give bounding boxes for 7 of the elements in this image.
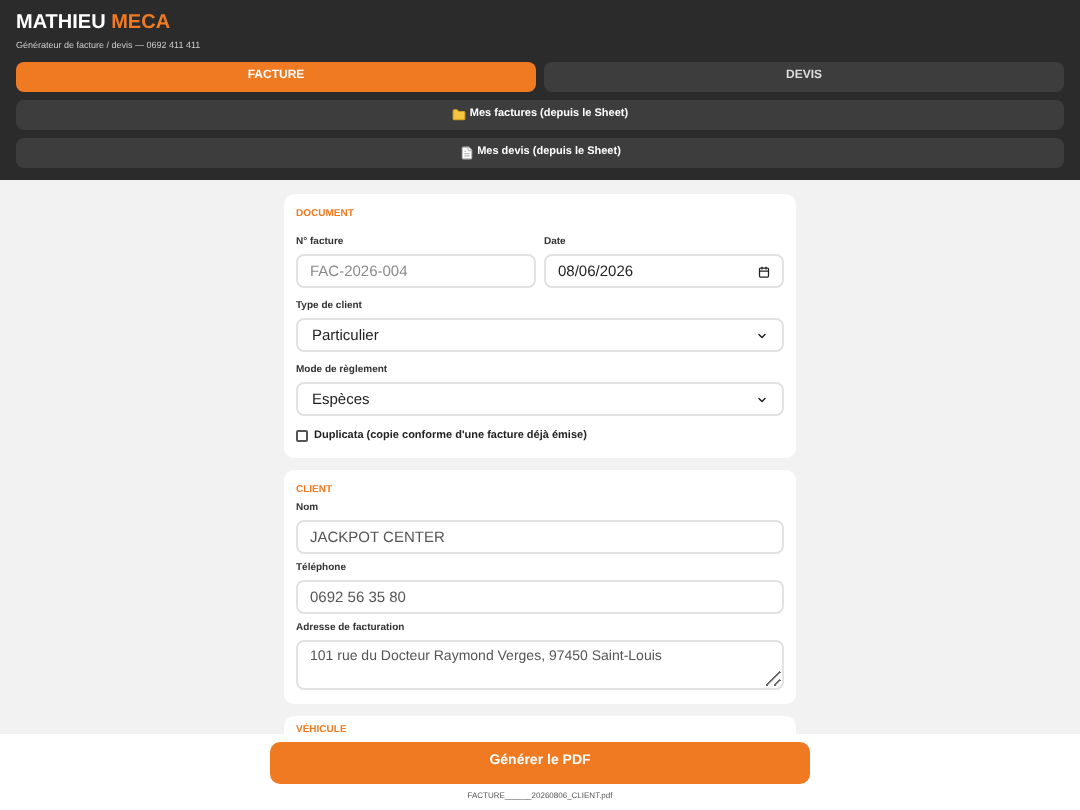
calendar-icon bbox=[758, 265, 770, 277]
chevron-icon bbox=[756, 329, 768, 341]
chevron-icon bbox=[756, 393, 768, 405]
document-icon bbox=[459, 145, 474, 159]
folder-icon bbox=[451, 107, 466, 121]
brand-title: MATHIEU MECA bbox=[16, 14, 173, 34]
duplicate-checkbox[interactable] bbox=[296, 430, 308, 443]
